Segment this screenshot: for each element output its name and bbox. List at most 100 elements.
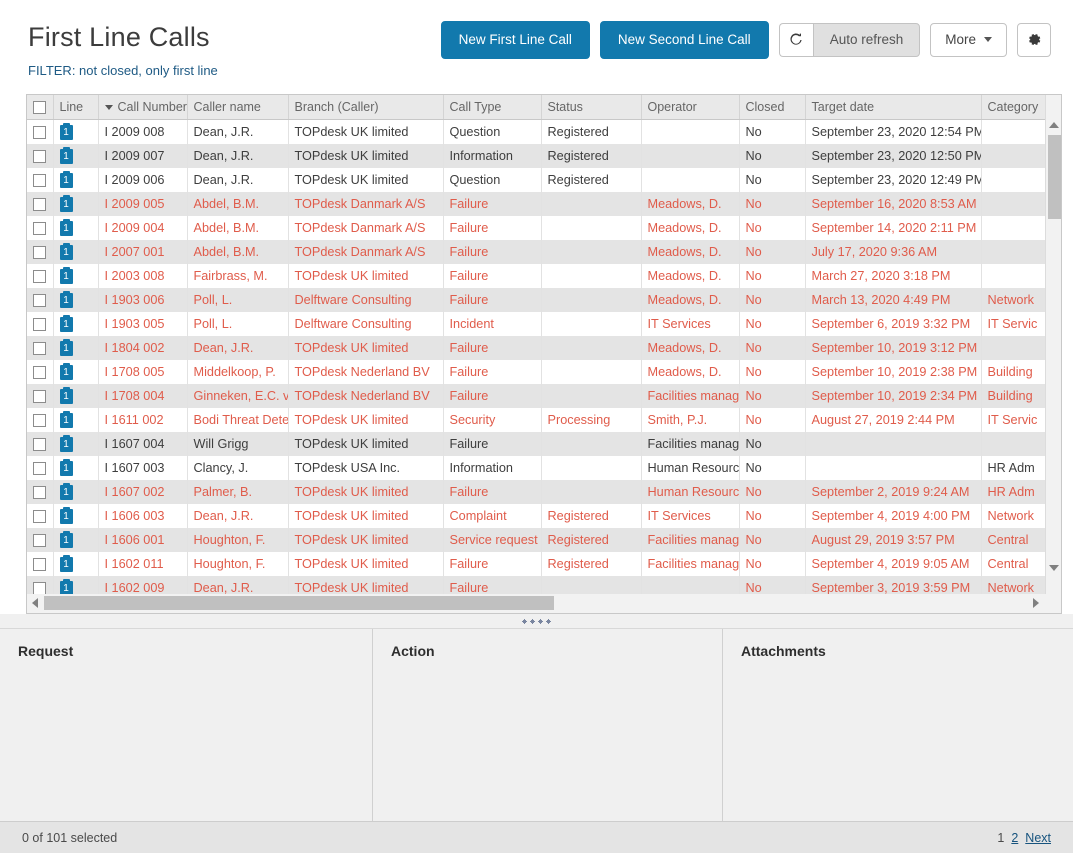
row-checkbox[interactable] (33, 581, 47, 594)
table-row[interactable]: 1 I 2009 004 Abdel, B.M. TOPdesk Danmark A/… (27, 215, 1060, 240)
row-checkbox[interactable] (33, 437, 47, 451)
row-checkbox[interactable] (33, 197, 47, 211)
row-select-cell[interactable] (27, 287, 54, 312)
filter-description[interactable]: FILTER: not closed, only first line (28, 63, 218, 78)
table-row[interactable]: 1I 1607 004 Will Grigg TOPdesk UK limited F… (27, 431, 1060, 456)
row-checkbox[interactable] (33, 269, 47, 283)
row-select-cell[interactable] (27, 431, 54, 456)
row-select-cell[interactable] (27, 191, 54, 216)
table-horizontal-scrollbar[interactable] (26, 594, 1062, 614)
table-row[interactable]: 1 I 2009 007 Dean, J.R. TOPdesk UK limited I… (27, 143, 1060, 168)
row-checkbox[interactable] (33, 149, 47, 163)
row-checkbox[interactable] (33, 557, 47, 571)
cell-status (541, 431, 642, 456)
row-select-cell[interactable] (27, 263, 54, 288)
row-select-cell[interactable] (27, 359, 54, 384)
row-checkbox[interactable] (33, 293, 47, 307)
row-checkbox[interactable] (33, 413, 47, 427)
new-second-line-call-button[interactable]: New Second Line Call (599, 21, 769, 59)
cell-call-type: Security (443, 407, 542, 432)
table-row[interactable]: 1 I 1708 005 Middelkoop, P. TOPdesk Nederla… (27, 359, 1060, 384)
cell-operator: Facilities manage (641, 431, 740, 456)
table-row[interactable]: 1 I 1804 002 Dean, J.R. TOPdesk UK limited F… (27, 335, 1060, 360)
column-header-call-number[interactable]: Call Number (98, 95, 188, 121)
table-row[interactable]: 1 I 2003 008 Fairbrass, M. TOPdesk UK limit… (27, 263, 1060, 288)
row-checkbox[interactable] (33, 485, 47, 499)
next-page-link[interactable]: Next (1025, 831, 1051, 845)
row-select-cell[interactable] (27, 215, 54, 240)
table-row[interactable]: 1 I 2007 001 Abdel, B.M. TOPdesk Danmark A/… (27, 239, 1060, 264)
row-select-cell[interactable] (27, 335, 54, 360)
scroll-down-arrow-icon[interactable] (1046, 560, 1061, 576)
scroll-right-arrow-icon[interactable] (1028, 594, 1044, 612)
column-header-branch[interactable]: Branch (Caller) (288, 95, 444, 121)
new-first-line-call-button[interactable]: New First Line Call (440, 21, 590, 59)
panel-resize-handle[interactable] (0, 614, 1073, 628)
column-header-closed[interactable]: Closed (739, 95, 806, 121)
scroll-left-arrow-icon[interactable] (27, 594, 43, 612)
cell-operator: Meadows, D. (641, 287, 740, 312)
cell-call-number: I 1607 002 (98, 479, 188, 504)
page-2-link[interactable]: 2 (1011, 831, 1018, 845)
column-header-caller-name[interactable]: Caller name (187, 95, 289, 121)
table-row[interactable]: 1 I 2009 005 Abdel, B.M. TOPdesk Danmark A/… (27, 191, 1060, 216)
row-select-cell[interactable] (27, 167, 54, 192)
row-checkbox[interactable] (33, 533, 47, 547)
row-select-cell[interactable] (27, 239, 54, 264)
cell-closed: No (739, 527, 806, 552)
row-checkbox[interactable] (33, 126, 47, 140)
column-header-line[interactable]: Line (53, 95, 99, 121)
row-checkbox[interactable] (33, 317, 47, 331)
row-select-cell[interactable] (27, 119, 54, 144)
scroll-up-arrow-icon[interactable] (1046, 117, 1061, 133)
row-checkbox[interactable] (33, 221, 47, 235)
column-header-status[interactable]: Status (541, 95, 642, 121)
cell-call-number: I 1602 009 (98, 575, 188, 594)
cell-closed: No (739, 215, 806, 240)
row-select-cell[interactable] (27, 455, 54, 480)
row-select-cell[interactable] (27, 575, 54, 594)
table-row[interactable]: 1 I 1708 004 Ginneken, E.C. va TOPdesk Nede… (27, 383, 1060, 408)
table-row[interactable]: 1 I 1602 009 Dean, J.R. TOPdesk UK limited F… (27, 575, 1060, 594)
table-vertical-scrollbar[interactable] (1045, 95, 1061, 594)
row-select-cell[interactable] (27, 407, 54, 432)
status-bar: 0 of 101 selected 1 2 Next (0, 821, 1073, 853)
table-row[interactable]: 1 I 1607 003 Clancy, J. TOPdesk USA Inc. Inf… (27, 455, 1060, 480)
table-row[interactable]: 1I 1903 005 Poll, L. Delftware Consulting I… (27, 311, 1060, 336)
table-row[interactable]: 1 I 1606 001 Houghton, F. TOPdesk UK limite… (27, 527, 1060, 552)
more-button[interactable]: More (930, 22, 1007, 57)
column-header-call-type[interactable]: Call Type (443, 95, 542, 121)
select-all-checkbox[interactable] (33, 101, 46, 115)
row-select-cell[interactable] (27, 527, 54, 552)
row-select-cell[interactable] (27, 311, 54, 336)
horizontal-scroll-thumb[interactable] (44, 596, 554, 610)
row-checkbox[interactable] (33, 461, 47, 475)
row-checkbox[interactable] (33, 173, 47, 187)
row-select-cell[interactable] (27, 503, 54, 528)
table-row[interactable]: 1 I 1903 006 Poll, L. Delftware Consulting F… (27, 287, 1060, 312)
row-checkbox[interactable] (33, 365, 47, 379)
row-select-cell[interactable] (27, 143, 54, 168)
row-checkbox[interactable] (33, 509, 47, 523)
row-select-cell[interactable] (27, 383, 54, 408)
refresh-icon[interactable] (778, 22, 813, 57)
select-all-header[interactable] (27, 95, 54, 121)
table-row[interactable]: 1 I 2009 008 Dean, J.R. TOPdesk UK limited Q… (27, 119, 1060, 144)
row-checkbox[interactable] (33, 341, 47, 355)
column-header-operator[interactable]: Operator (641, 95, 740, 121)
table-row[interactable]: 1 I 1606 003 Dean, J.R. TOPdesk UK limited C… (27, 503, 1060, 528)
table-row[interactable]: 1 I 1607 002 Palmer, B. TOPdesk UK limited F… (27, 479, 1060, 504)
row-select-cell[interactable] (27, 479, 54, 504)
table-row[interactable]: 1 I 1611 002 Bodi Threat Dete TOPdesk UK li… (27, 407, 1060, 432)
table-row[interactable]: 1 I 1602 011 Houghton, F. TOPdesk UK limite… (27, 551, 1060, 576)
row-checkbox[interactable] (33, 389, 47, 403)
cell-call-number: I 2009 005 (98, 191, 188, 216)
column-header-target-date[interactable]: Target date (805, 95, 982, 121)
vertical-scroll-thumb[interactable] (1048, 135, 1061, 219)
cell-operator: Meadows, D. (641, 359, 740, 384)
settings-gear-button[interactable] (1017, 22, 1051, 57)
row-checkbox[interactable] (33, 245, 47, 259)
auto-refresh-button[interactable]: Auto refresh (812, 22, 921, 57)
row-select-cell[interactable] (27, 551, 54, 576)
table-row[interactable]: 1 I 2009 006 Dean, J.R. TOPdesk UK limited Q… (27, 167, 1060, 192)
